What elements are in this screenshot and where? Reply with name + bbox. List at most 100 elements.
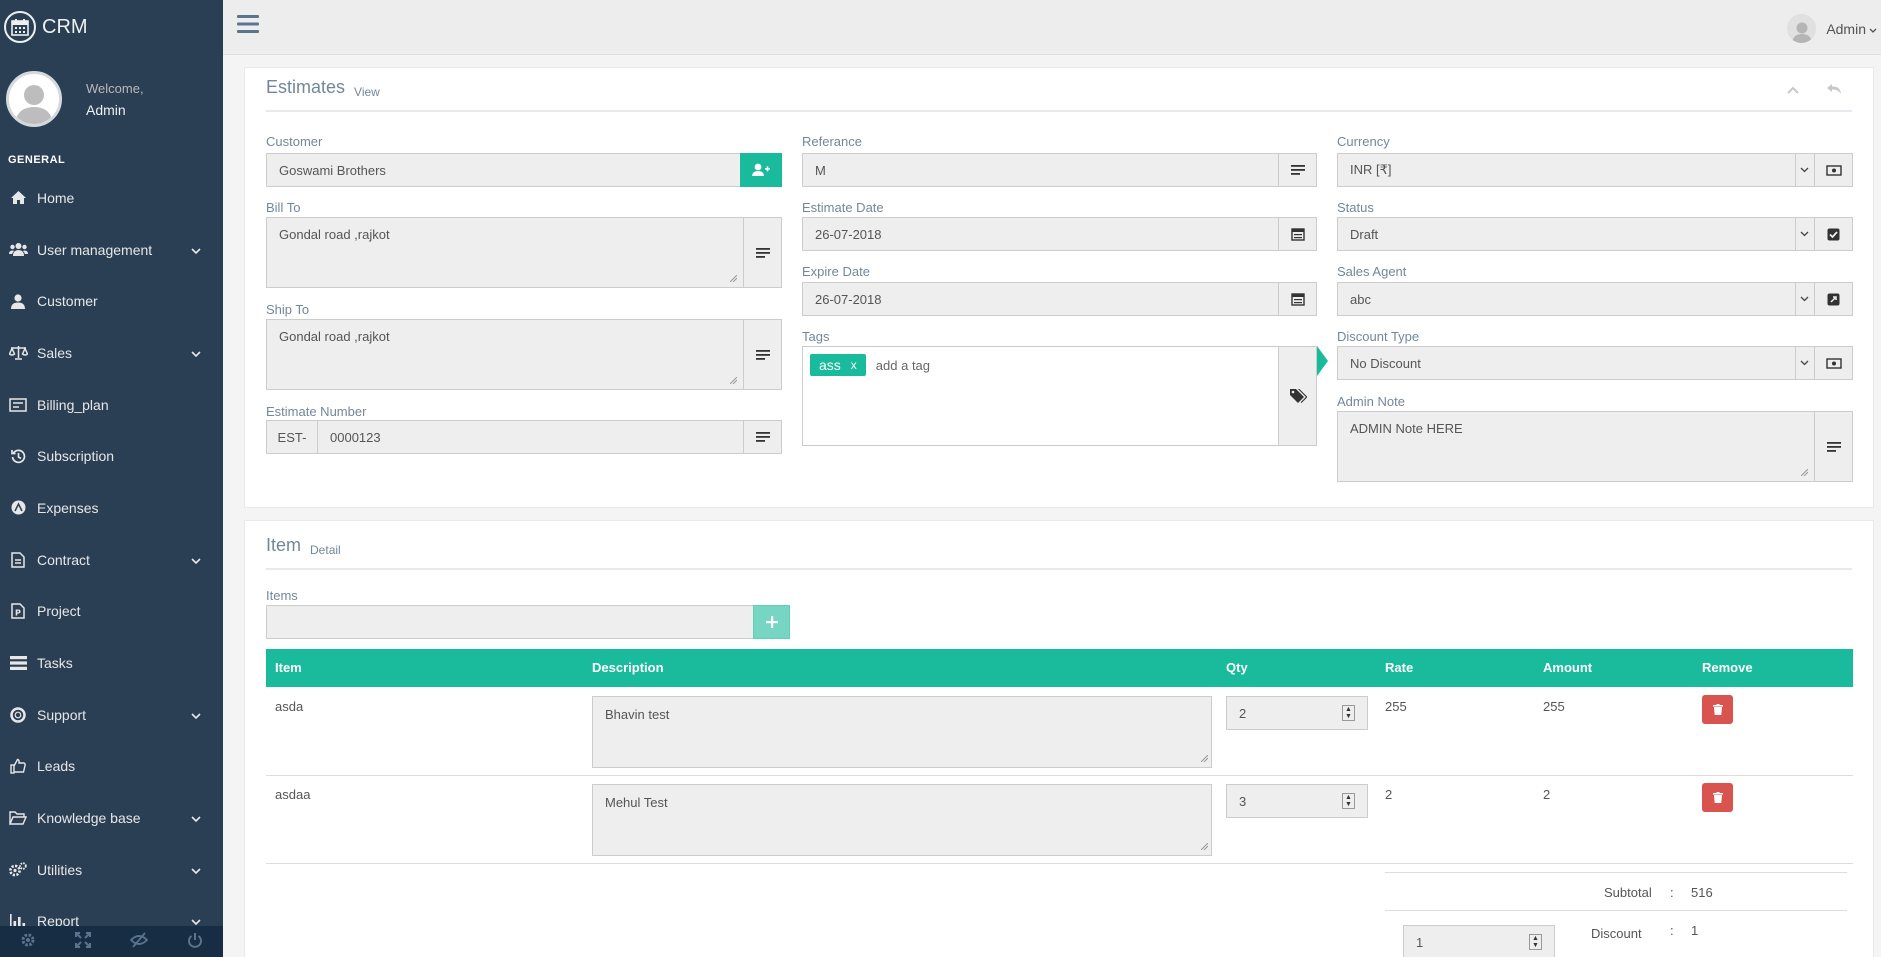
menu-toggle-icon[interactable]: [237, 14, 259, 37]
external-link-icon: [1827, 293, 1840, 305]
discount-type-select[interactable]: No Discount: [1337, 346, 1853, 380]
sidebar-item-expenses[interactable]: Expenses: [0, 482, 223, 534]
folder-open-icon: [8, 809, 28, 827]
row-description: Mehul Test: [605, 795, 668, 810]
chevron-down-icon: [1795, 217, 1812, 251]
resize-grip-icon[interactable]: [1800, 464, 1809, 479]
sidebar-item-label: Home: [37, 189, 75, 206]
col-rate: Rate: [1385, 660, 1414, 675]
chevron-down-icon: [1795, 153, 1812, 187]
estimate-date-input[interactable]: 26-07-2018: [802, 217, 1317, 251]
sidebar-item-leads[interactable]: Leads: [0, 741, 223, 793]
sidebar-item-label: Customer: [37, 293, 98, 310]
remove-row-button[interactable]: [1702, 783, 1733, 812]
expire-date-input[interactable]: 26-07-2018: [802, 282, 1317, 316]
estimate-date-picker-button[interactable]: [1278, 217, 1317, 251]
sidebar-item-label: Knowledge base: [37, 810, 141, 827]
user-name: Admin: [1826, 20, 1866, 37]
stepper-icon[interactable]: ▲ ▼: [1529, 934, 1542, 950]
currency-select[interactable]: INR [₹]: [1337, 153, 1853, 187]
stepper-icon[interactable]: ▲ ▼: [1342, 793, 1355, 809]
tags-input[interactable]: ass x add a tag: [802, 346, 1328, 446]
item-panel-header: Item Detail: [266, 521, 1852, 570]
discount-input[interactable]: 1 ▲ ▼: [1403, 925, 1555, 957]
chevron-down-icon: [191, 810, 201, 826]
reference-input[interactable]: M: [802, 153, 1317, 187]
resize-grip-icon[interactable]: [729, 270, 738, 285]
sidebar-item-label: Project: [37, 603, 81, 620]
resize-grip-icon[interactable]: [1200, 838, 1209, 853]
resize-grip-icon[interactable]: [729, 372, 738, 387]
col-item: Item: [275, 660, 302, 675]
customer-select[interactable]: Goswami Brothers: [266, 153, 782, 187]
sidebar-item-billing-plan[interactable]: Billing_plan: [0, 379, 223, 431]
items-label: Items: [266, 588, 298, 603]
row-description-textarea[interactable]: Bhavin test: [592, 696, 1212, 768]
chevron-down-icon: [1869, 21, 1877, 37]
row-description-textarea[interactable]: Mehul Test: [592, 784, 1212, 856]
tag-placeholder[interactable]: add a tag: [876, 358, 930, 373]
power-icon[interactable]: [187, 932, 203, 951]
project-icon: P: [8, 602, 28, 620]
sidebar-item-customer[interactable]: Customer: [0, 275, 223, 327]
brand[interactable]: CRM: [0, 0, 223, 54]
sidebar-item-tasks[interactable]: Tasks: [0, 637, 223, 689]
sidebar-item-support[interactable]: Support: [0, 689, 223, 741]
add-item-button[interactable]: [753, 605, 790, 639]
expire-date-picker-button[interactable]: [1278, 282, 1317, 316]
sidebar-item-label: Billing_plan: [37, 396, 109, 413]
currency-label: Currency: [1337, 134, 1390, 149]
status-select[interactable]: Draft: [1337, 217, 1853, 251]
row-qty-input[interactable]: 2 ▲ ▼: [1226, 696, 1368, 730]
align-left-icon: [1826, 441, 1841, 452]
align-left-icon: [755, 349, 770, 360]
sidebar-menu: Home User management Customer Sales Billing_…: [0, 172, 223, 947]
fullscreen-icon[interactable]: [74, 932, 91, 951]
sidebar-item-contract[interactable]: Contract: [0, 534, 223, 586]
admin-note-textarea[interactable]: ADMIN Note HERE: [1337, 411, 1853, 482]
reply-icon[interactable]: [1826, 83, 1842, 98]
lock-icon[interactable]: [129, 932, 149, 951]
remove-row-button[interactable]: [1702, 695, 1733, 724]
stepper-icon[interactable]: ▲ ▼: [1342, 705, 1355, 721]
ship-to-textarea[interactable]: Gondal road ,rajkot: [266, 319, 782, 390]
calendar-icon: [1290, 228, 1305, 241]
estimates-subtitle: View: [354, 85, 380, 99]
row-qty-input[interactable]: 3 ▲ ▼: [1226, 784, 1368, 818]
bill-to-textarea[interactable]: Gondal road ,rajkot: [266, 217, 782, 288]
tag-remove-button[interactable]: x: [851, 358, 857, 372]
tag-chip[interactable]: ass x: [810, 354, 866, 376]
estimates-panel-header: Estimates View: [266, 68, 1852, 112]
items-select[interactable]: [266, 605, 754, 639]
sidebar-item-sales[interactable]: Sales: [0, 327, 223, 379]
sidebar-item-home[interactable]: Home: [0, 172, 223, 224]
user-menu[interactable]: Admin: [1787, 14, 1877, 43]
resize-grip-icon[interactable]: [1200, 750, 1209, 765]
sales-agent-select[interactable]: abc: [1337, 282, 1853, 316]
subtotal-value: 516: [1691, 885, 1713, 900]
tags-icon: [1289, 389, 1307, 403]
sidebar-item-user-management[interactable]: User management: [0, 224, 223, 276]
discount-value: 1: [1691, 923, 1699, 938]
settings-icon[interactable]: [20, 932, 36, 951]
totals: Subtotal : 516 1 ▲ ▼ Discount : 1: [1385, 872, 1847, 957]
sidebar-item-subscription[interactable]: Subscription: [0, 430, 223, 482]
sidebar-item-utilities[interactable]: Utilities: [0, 844, 223, 896]
collapse-icon[interactable]: [1786, 83, 1800, 98]
sidebar-item-knowledge-base[interactable]: Knowledge base: [0, 792, 223, 844]
estimate-number-prefix: EST-: [267, 421, 318, 453]
add-user-icon: [752, 163, 770, 176]
profile: Welcome, Admin: [0, 54, 223, 144]
sidebar-item-project[interactable]: P Project: [0, 586, 223, 638]
check-square-icon: [1827, 228, 1840, 240]
row-qty: 3: [1239, 794, 1247, 809]
money-icon: [1825, 164, 1842, 176]
discount-label: Discount: [1591, 926, 1642, 941]
add-customer-button[interactable]: [740, 153, 782, 187]
user-avatar: [1787, 14, 1817, 43]
sidebar: CRM Welcome, Admin GENERAL Home User mana…: [0, 0, 223, 957]
col-amount: Amount: [1543, 660, 1593, 675]
estimate-number-field[interactable]: EST- 0000123: [266, 420, 782, 454]
tasks-icon: [8, 654, 28, 672]
calendar-icon: [1290, 293, 1305, 306]
